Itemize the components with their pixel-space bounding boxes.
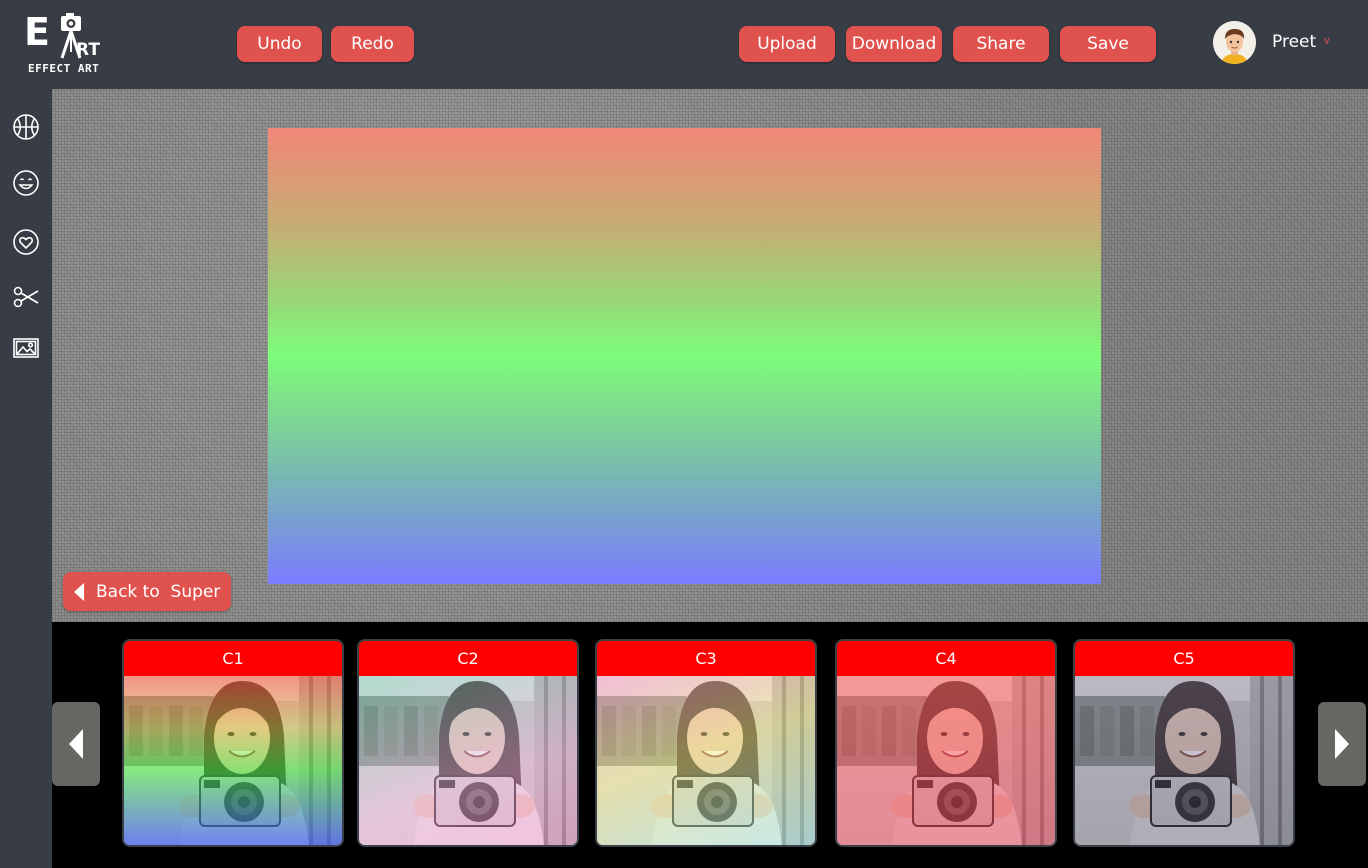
filter-label: C5 — [1075, 641, 1293, 676]
undo-button[interactable]: Undo — [237, 26, 322, 62]
editor-canvas: Back to Super — [52, 89, 1368, 622]
arrow-left-icon — [69, 729, 83, 759]
filter-preview — [124, 676, 342, 845]
tool-sidebar — [0, 89, 52, 868]
filter-strip: C1 C2 C3 C4 C5 — [52, 622, 1368, 868]
share-button[interactable]: Share — [953, 26, 1049, 62]
caret-left-icon — [74, 582, 84, 601]
next-filters-button[interactable] — [1318, 702, 1366, 786]
username: Preet — [1272, 32, 1317, 52]
back-button-label: Back to Super — [96, 581, 221, 602]
filter-preview — [1075, 676, 1293, 845]
user-avatar-icon — [1213, 21, 1256, 64]
download-button[interactable]: Download — [846, 26, 942, 62]
redo-button[interactable]: Redo — [331, 26, 414, 62]
effect-preview-image[interactable] — [268, 128, 1101, 584]
filter-thumbnail-c5[interactable]: C5 — [1073, 639, 1295, 847]
scissors-icon[interactable] — [10, 281, 42, 313]
filter-label: C1 — [124, 641, 342, 676]
smiley-icon[interactable] — [10, 167, 42, 199]
filter-label: C3 — [597, 641, 815, 676]
save-button[interactable]: Save — [1060, 26, 1156, 62]
filter-thumbnail-c3[interactable]: C3 — [595, 639, 817, 847]
filter-thumbnail-c1[interactable]: C1 — [122, 639, 344, 847]
filter-thumbnail-c2[interactable]: C2 — [357, 639, 579, 847]
user-menu[interactable]: Preet v — [1213, 21, 1353, 65]
previous-filters-button[interactable] — [52, 702, 100, 786]
chevron-down-icon[interactable]: v — [1324, 35, 1330, 47]
filter-tint-overlay — [837, 676, 1055, 845]
filter-tint-overlay — [1075, 676, 1293, 845]
filter-preview — [597, 676, 815, 845]
filter-preview — [837, 676, 1055, 845]
filter-tint-overlay — [597, 676, 815, 845]
back-to-super-button[interactable]: Back to Super — [63, 572, 231, 611]
image-icon[interactable] — [10, 332, 42, 364]
filter-label: C2 — [359, 641, 577, 676]
effect-art-logo[interactable]: E RT EFFECT ART — [24, 10, 110, 76]
upload-button[interactable]: Upload — [739, 26, 835, 62]
avatar — [1213, 21, 1256, 64]
logo-subtitle: EFFECT ART — [28, 62, 100, 75]
basketball-icon[interactable] — [10, 111, 42, 143]
filter-label: C4 — [837, 641, 1055, 676]
arrow-right-icon — [1335, 729, 1349, 759]
heart-icon[interactable] — [10, 226, 42, 258]
top-bar: E RT EFFECT ART Undo Redo Upload Downloa… — [0, 0, 1368, 89]
logo-art-text: RT — [76, 40, 100, 60]
filter-preview — [359, 676, 577, 845]
filter-tint-overlay — [124, 676, 342, 845]
filter-thumbnail-c4[interactable]: C4 — [835, 639, 1057, 847]
logo-letter: E — [24, 10, 51, 54]
filter-tint-overlay — [359, 676, 577, 845]
